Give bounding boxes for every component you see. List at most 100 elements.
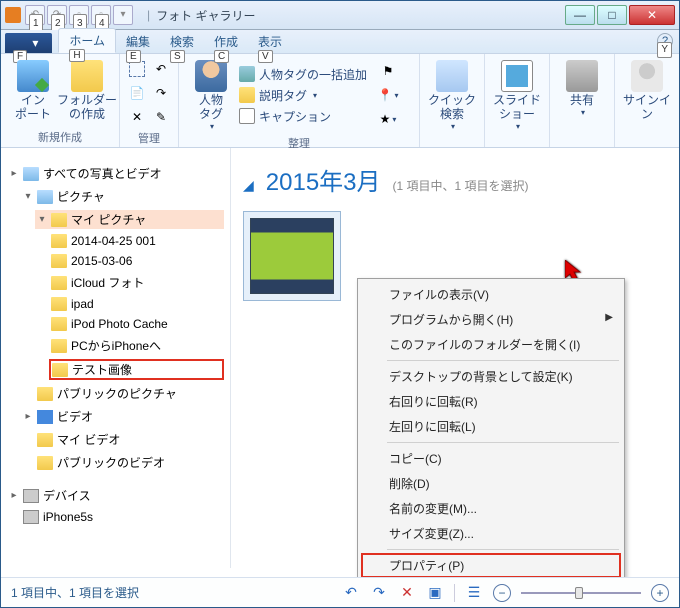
ctx-rotate-left[interactable]: 左回りに回転(L) <box>361 414 621 439</box>
tree-videos[interactable]: ▸ビデオ <box>21 407 224 426</box>
zoom-in-button[interactable]: + <box>651 584 669 602</box>
qat-undo[interactable]: ↶1 <box>25 5 45 25</box>
device-icon <box>23 489 39 503</box>
folder-icon <box>37 387 53 401</box>
content-heading: ◢ 2015年3月 (1 項目中、1 項目を選択) <box>243 162 667 197</box>
slideshow-button[interactable]: スライド ショー▾ <box>491 58 543 133</box>
tree-pictures[interactable]: ▾ピクチャ <box>21 187 224 206</box>
import-button[interactable]: イン ポート <box>7 58 59 127</box>
ctx-delete[interactable]: 削除(D) <box>361 471 621 496</box>
quick-access-toolbar: ↶1 ↷2 ▫3 ▫4 ▾ <box>25 5 133 25</box>
details-view-icon[interactable]: ☰ <box>465 585 483 601</box>
create-folder-button[interactable]: フォルダー の作成 <box>61 58 113 127</box>
rename-button[interactable]: ✎ <box>150 106 172 128</box>
collapse-icon[interactable]: ◢ <box>243 177 254 194</box>
qat-btn4[interactable]: ▫4 <box>91 5 111 25</box>
ribbon-group-signin: サインイン <box>615 54 679 147</box>
selection-count: (1 項目中、1 項目を選択) <box>393 177 529 194</box>
rotate-right-button[interactable]: ↷ <box>150 82 172 104</box>
ctx-rotate-right[interactable]: 右回りに回転(R) <box>361 389 621 414</box>
rotate-cw-icon[interactable]: ↷ <box>370 585 388 601</box>
rotate-ccw-icon[interactable]: ↶ <box>342 585 360 601</box>
delete-icon[interactable]: ✕ <box>398 585 416 601</box>
month-heading: 2015年3月 <box>266 162 381 197</box>
tree-item[interactable]: ipad <box>49 296 224 312</box>
tree-public-pictures[interactable]: パブリックのピクチャ <box>35 384 224 403</box>
folder-icon <box>51 213 67 227</box>
tree-root[interactable]: ▸すべての写真とビデオ <box>7 164 224 183</box>
tree-devices[interactable]: ▸デバイス <box>7 486 224 505</box>
tab-edit[interactable]: 編集E <box>116 30 160 53</box>
ctx-rename[interactable]: 名前の変更(M)... <box>361 496 621 521</box>
close-button[interactable]: ✕ <box>629 5 675 25</box>
minimize-button[interactable]: — <box>565 5 595 25</box>
ribbon-group-slideshow: スライド ショー▾ <box>485 54 550 147</box>
rating-button[interactable]: ★▾ <box>377 108 399 130</box>
separator <box>387 360 619 361</box>
tab-create[interactable]: 作成C <box>204 30 248 53</box>
ctx-resize[interactable]: サイズ変更(Z)... <box>361 521 621 546</box>
tree-item[interactable]: 2015-03-06 <box>49 253 224 269</box>
person-icon <box>195 60 227 92</box>
tree-item[interactable]: 2014-04-25 001 <box>49 233 224 249</box>
ribbon-group-share: 共有▾ <box>550 54 615 147</box>
tree-device-iphone5s[interactable]: iPhone5s <box>21 509 224 525</box>
folder-icon <box>51 339 67 353</box>
tree-my-pictures[interactable]: ▾マイ ピクチャ <box>35 210 224 229</box>
submenu-arrow-icon: ▶ <box>605 312 613 323</box>
import-icon <box>17 60 49 92</box>
ribbon-group-quicksearch: クイック 検索▾ <box>420 54 485 147</box>
geotag-button[interactable]: 📍▾ <box>377 84 399 106</box>
tree-item[interactable]: iPod Photo Cache <box>49 316 224 332</box>
qat-btn3[interactable]: ▫3 <box>69 5 89 25</box>
tab-view[interactable]: 表示V <box>248 30 292 53</box>
window-title: フォト ギャラリー <box>156 7 255 24</box>
slideshow-icon <box>501 60 533 92</box>
qat-redo[interactable]: ↷2 <box>47 5 67 25</box>
signin-button[interactable]: サインイン <box>621 58 673 131</box>
help-button[interactable]: ?Y <box>657 33 673 49</box>
tree-my-videos[interactable]: マイ ビデオ <box>35 430 224 449</box>
ribbon-group-new: イン ポート フォルダー の作成 新規作成 <box>1 54 120 147</box>
tab-search[interactable]: 検索S <box>160 30 204 53</box>
tree-public-videos[interactable]: パブリックのビデオ <box>35 453 224 472</box>
ctx-properties[interactable]: プロパティ(P) <box>361 553 621 578</box>
slideshow-icon[interactable]: ▣ <box>426 585 444 601</box>
thumbnail-image <box>250 218 334 294</box>
separator <box>387 549 619 550</box>
ctx-view-file[interactable]: ファイルの表示(V) <box>361 282 621 307</box>
description-tag-button[interactable]: 説明タグ▾ <box>239 87 367 104</box>
share-button[interactable]: 共有▾ <box>556 58 608 131</box>
copy-button[interactable]: 📄 <box>126 82 148 104</box>
caption-button[interactable]: キャプション <box>239 108 367 125</box>
title-bar: ↶1 ↷2 ▫3 ▫4 ▾ | フォト ギャラリー — □ ✕ <box>1 1 679 30</box>
folder-icon <box>71 60 103 92</box>
delete-button[interactable]: ✕ <box>126 106 148 128</box>
flag-button[interactable]: ⚑ <box>377 60 399 82</box>
zoom-slider[interactable] <box>521 592 641 594</box>
ctx-set-desktop-bg[interactable]: デスクトップの背景として設定(K) <box>361 364 621 389</box>
people-tag-button[interactable]: 人物 タグ▾ <box>185 58 237 133</box>
people-tag-batch-button[interactable]: 人物タグの一括追加 <box>239 66 367 83</box>
tab-home[interactable]: ホームH <box>58 28 116 53</box>
thumbnail-item[interactable] <box>243 211 341 301</box>
tree-item[interactable]: iCloud フォト <box>49 273 224 292</box>
ctx-open-with[interactable]: プログラムから開く(H)▶ <box>361 307 621 332</box>
ctx-copy[interactable]: コピー(C) <box>361 446 621 471</box>
ribbon: イン ポート フォルダー の作成 新規作成 📄 ✕ ↶ ↷ ✎ 管理 人物 タグ… <box>1 54 679 148</box>
qat-more[interactable]: ▾ <box>113 5 133 25</box>
group-label: 管理 <box>126 128 172 146</box>
rotate-left-button[interactable]: ↶ <box>150 58 172 80</box>
zoom-out-button[interactable]: − <box>493 584 511 602</box>
ctx-open-folder[interactable]: このファイルのフォルダーを開く(I) <box>361 332 621 357</box>
tree-item[interactable]: PCからiPhoneへ <box>49 336 224 355</box>
maximize-button[interactable]: □ <box>597 5 627 25</box>
file-tab[interactable]: ▾F <box>5 33 52 53</box>
quick-search-button[interactable]: クイック 検索▾ <box>426 58 478 133</box>
status-bar: 1 項目中、1 項目を選択 ↶ ↷ ✕ ▣ ☰ − + <box>1 577 679 607</box>
signin-icon <box>631 60 663 92</box>
group-label: 新規作成 <box>7 127 113 145</box>
folder-icon <box>51 276 67 290</box>
tree-test-images[interactable]: テスト画像 <box>49 359 224 380</box>
pictures-icon <box>37 190 53 204</box>
